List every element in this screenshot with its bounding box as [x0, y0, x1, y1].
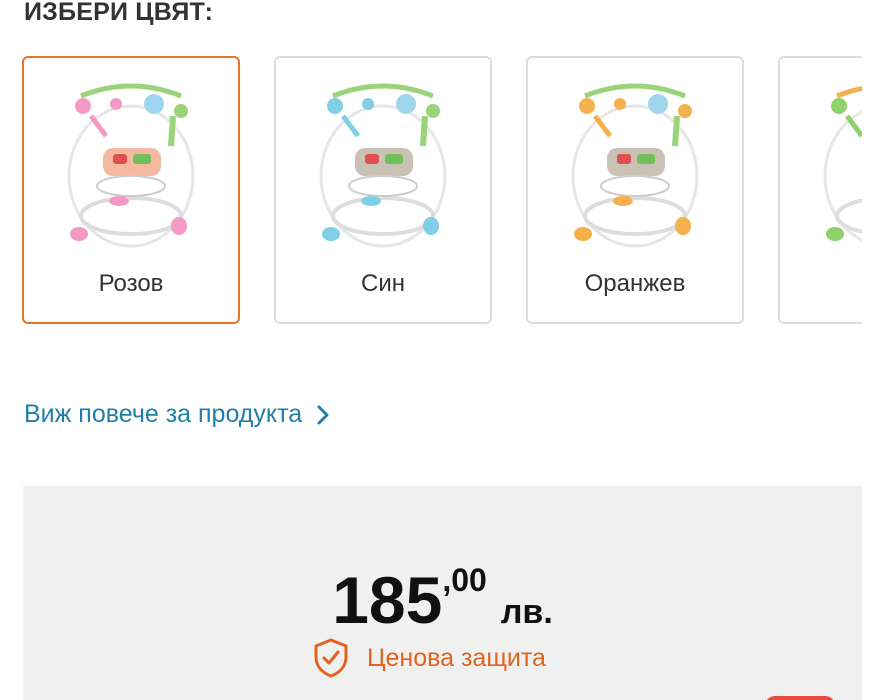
shield-check-icon — [313, 638, 349, 678]
product-thumbnail-blue — [313, 76, 453, 251]
price: 185,00 лв. — [23, 562, 862, 638]
product-thumbnail-orange — [565, 76, 705, 251]
price-decimal: ,00 — [442, 562, 487, 598]
color-option-green[interactable]: З — [778, 56, 862, 324]
product-thumbnail-green — [817, 76, 862, 251]
color-option-label: Розов — [98, 270, 164, 297]
price-protection[interactable]: Ценова защита — [313, 638, 546, 678]
baby-jumper-image — [571, 83, 699, 248]
product-color-and-price-page: ИЗБЕРИ ЦВЯТ: Розов Син Оранжев Виж повеч… — [0, 0, 885, 700]
color-option-orange[interactable]: Оранжев — [526, 56, 744, 324]
baby-jumper-image — [319, 83, 447, 248]
choose-color-heading: ИЗБЕРИ ЦВЯТ: — [24, 0, 214, 26]
chevron-right-icon — [316, 404, 330, 426]
product-thumbnail-pink — [61, 76, 201, 251]
baby-jumper-image — [823, 86, 862, 242]
baby-jumper-image — [67, 83, 195, 248]
price-panel: 185,00 лв. Ценова защита — [23, 486, 862, 700]
color-option-blue[interactable]: Син — [274, 56, 492, 324]
see-more-about-product-link[interactable]: Виж повече за продукта — [24, 400, 330, 429]
see-more-link-label: Виж повече за продукта — [24, 400, 303, 428]
floating-badge[interactable] — [765, 696, 835, 700]
price-protection-label: Ценова защита — [367, 643, 546, 672]
price-integer: 185 — [332, 563, 443, 637]
price-currency: лв. — [500, 593, 553, 631]
color-options-carousel[interactable]: Розов Син Оранжев — [22, 56, 862, 326]
color-option-label: З — [780, 270, 862, 298]
color-option-label: Оранжев — [584, 270, 686, 297]
color-option-label: Син — [361, 270, 405, 297]
color-option-pink[interactable]: Розов — [22, 56, 240, 324]
